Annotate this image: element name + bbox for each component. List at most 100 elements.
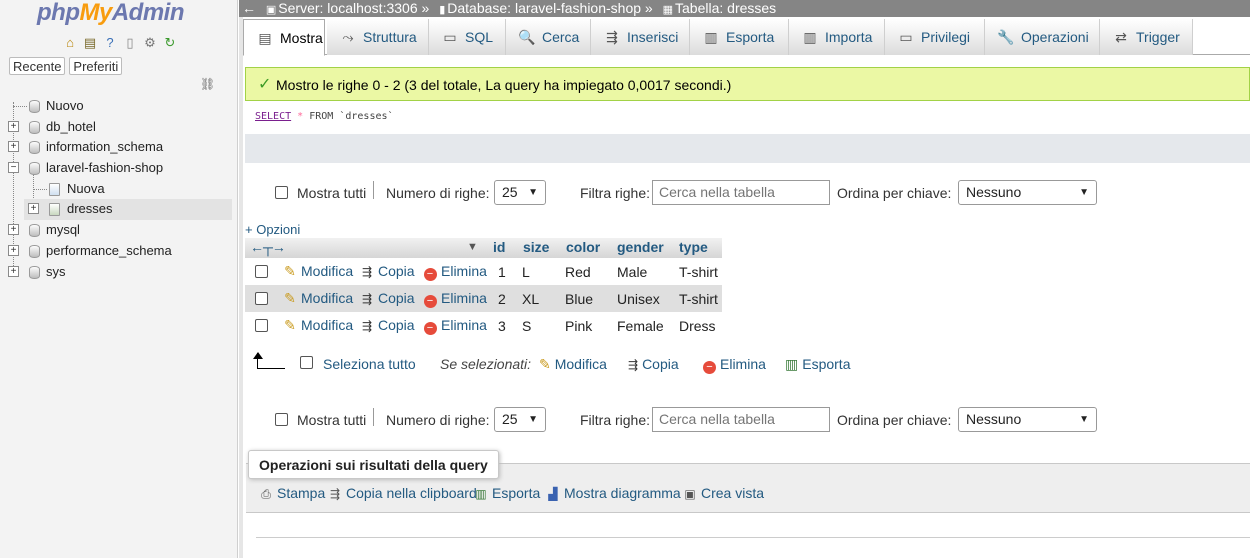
- breadcrumb-server[interactable]: Server: localhost:3306: [278, 0, 417, 16]
- copy-button[interactable]: ⇶ Copia: [359, 290, 415, 306]
- tree-item-performance-schema[interactable]: + performance_schema: [0, 241, 238, 262]
- tab-operazioni[interactable]: 🔧 Operazioni: [985, 19, 1100, 55]
- tree-item-label[interactable]: dresses: [67, 199, 113, 220]
- filter-input[interactable]: Cerca nella tabella: [652, 180, 830, 205]
- num-rows-select[interactable]: 25 ▼: [494, 407, 546, 432]
- bulk-delete-button[interactable]: − Elimina: [703, 356, 766, 374]
- exit-icon[interactable]: ▤: [82, 35, 98, 51]
- back-arrow-icon[interactable]: ←: [242, 0, 256, 16]
- column-header-id[interactable]: id: [493, 238, 505, 258]
- tab-inserisci[interactable]: ⇶ Inserisci: [591, 19, 690, 55]
- tree-item-label[interactable]: db_hotel: [46, 117, 96, 138]
- num-rows-select[interactable]: 25 ▼: [494, 180, 546, 205]
- create-view-button[interactable]: ▣ Crea vista: [682, 485, 764, 501]
- bulk-export-button[interactable]: ▥ Esporta: [785, 356, 850, 373]
- row-checkbox[interactable]: [255, 292, 268, 305]
- cell-size[interactable]: XL: [522, 291, 539, 307]
- tree-item-db-hotel[interactable]: + db_hotel: [0, 117, 238, 138]
- cell-gender[interactable]: Female: [617, 318, 664, 334]
- options-link[interactable]: + Opzioni: [245, 222, 300, 237]
- tab-cerca[interactable]: 🔍 Cerca: [506, 19, 591, 55]
- tree-item-dresses[interactable]: + dresses: [24, 199, 232, 221]
- settings-icon[interactable]: ⚙: [142, 35, 158, 51]
- column-header-gender[interactable]: gender: [617, 238, 664, 258]
- home-icon[interactable]: ⌂: [62, 35, 78, 51]
- bulk-copy-button[interactable]: ⇶ Copia: [628, 356, 679, 372]
- expand-icon[interactable]: +: [8, 224, 19, 236]
- delete-button[interactable]: − Elimina: [422, 317, 487, 335]
- cell-gender[interactable]: Unisex: [617, 291, 660, 307]
- expand-icon[interactable]: +: [28, 203, 39, 215]
- breadcrumb-database[interactable]: Database: laravel-fashion-shop: [447, 0, 641, 16]
- tab-sql[interactable]: ▭ SQL: [429, 19, 506, 55]
- sort-select[interactable]: Nessuno ▼: [958, 180, 1097, 205]
- show-all-checkbox[interactable]: [275, 413, 288, 426]
- tree-item-label[interactable]: Nuovo: [46, 96, 84, 117]
- sort-select[interactable]: Nessuno ▼: [958, 407, 1097, 432]
- select-all-label[interactable]: Seleziona tutto: [323, 356, 416, 372]
- tree-item-information-schema[interactable]: + information_schema: [0, 137, 238, 158]
- tree-item-new-table[interactable]: Nuova: [0, 179, 238, 200]
- cell-color[interactable]: Blue: [565, 291, 593, 307]
- collapse-icon[interactable]: −: [8, 162, 19, 174]
- cell-color[interactable]: Red: [565, 264, 591, 280]
- column-resize-icon[interactable]: ←┬→: [250, 238, 286, 258]
- recent-tab[interactable]: Recente: [9, 57, 66, 75]
- edit-button[interactable]: ✎ Modifica: [282, 263, 353, 280]
- tab-importa[interactable]: ▥ Importa: [789, 19, 885, 55]
- cell-type[interactable]: T-shirt: [679, 291, 718, 307]
- favorites-tab[interactable]: Preferiti: [69, 57, 123, 75]
- tree-item-label[interactable]: sys: [46, 262, 66, 283]
- cell-id[interactable]: 1: [498, 264, 506, 280]
- link-with-main-panel-icon[interactable]: ⛓: [200, 77, 215, 91]
- cell-size[interactable]: L: [522, 264, 530, 280]
- tree-item-new-db[interactable]: Nuovo: [0, 96, 238, 117]
- tab-mostra[interactable]: ▤ Mostra: [243, 19, 325, 56]
- expand-icon[interactable]: +: [8, 244, 19, 256]
- select-all-checkbox[interactable]: [300, 356, 313, 369]
- delete-button[interactable]: − Elimina: [422, 290, 487, 308]
- copy-button[interactable]: ⇶ Copia: [359, 317, 415, 333]
- tree-item-label[interactable]: laravel-fashion-shop: [46, 158, 163, 179]
- tab-struttura[interactable]: ⤳ Struttura: [327, 19, 429, 55]
- tree-item-mysql[interactable]: + mysql: [0, 220, 238, 241]
- cell-color[interactable]: Pink: [565, 318, 592, 334]
- bulk-edit-button[interactable]: ✎ Modifica: [539, 356, 607, 373]
- tree-item-label[interactable]: information_schema: [46, 137, 163, 158]
- copy-button[interactable]: ⇶ Copia: [359, 263, 415, 279]
- help-icon[interactable]: ?: [102, 35, 118, 51]
- cell-size[interactable]: S: [522, 318, 531, 334]
- tree-item-label[interactable]: Nuova: [67, 179, 105, 200]
- breadcrumb-table[interactable]: Tabella: dresses: [675, 0, 776, 16]
- edit-button[interactable]: ✎ Modifica: [282, 290, 353, 307]
- tree-item-laravel-fashion-shop[interactable]: − laravel-fashion-shop: [0, 158, 238, 179]
- cell-id[interactable]: 3: [498, 318, 506, 334]
- print-button[interactable]: ⎙ Stampa: [258, 485, 325, 502]
- edit-button[interactable]: ✎ Modifica: [282, 317, 353, 334]
- show-all-checkbox[interactable]: [275, 186, 288, 199]
- column-menu-icon[interactable]: ▼: [467, 238, 478, 258]
- cell-id[interactable]: 2: [498, 291, 506, 307]
- column-header-size[interactable]: size: [523, 238, 549, 258]
- expand-icon[interactable]: +: [8, 120, 19, 132]
- phpmyadmin-logo[interactable]: phpMyAdmin: [37, 0, 185, 27]
- display-chart-button[interactable]: ▟ Mostra diagramma: [545, 485, 680, 501]
- row-checkbox[interactable]: [255, 319, 268, 332]
- tab-esporta[interactable]: ▥ Esporta: [690, 19, 789, 55]
- reload-icon[interactable]: ↻: [162, 35, 178, 51]
- expand-icon[interactable]: +: [8, 265, 19, 277]
- tree-item-sys[interactable]: + sys: [0, 262, 238, 283]
- column-header-color[interactable]: color: [566, 238, 600, 258]
- docs-icon[interactable]: ▯: [122, 35, 138, 51]
- tab-privilegi[interactable]: ▭ Privilegi: [885, 19, 985, 55]
- copy-to-clipboard-button[interactable]: ⇶ Copia nella clipboard: [327, 485, 477, 501]
- cell-type[interactable]: Dress: [679, 318, 716, 334]
- expand-icon[interactable]: +: [8, 141, 19, 153]
- sql-query-display[interactable]: SELECT * FROM `dresses`: [245, 101, 1250, 134]
- tree-item-label[interactable]: mysql: [46, 220, 80, 241]
- delete-button[interactable]: − Elimina: [422, 263, 487, 281]
- export-button[interactable]: ▥ Esporta: [473, 485, 540, 501]
- tab-trigger[interactable]: ⇄ Trigger: [1100, 19, 1193, 55]
- row-checkbox[interactable]: [255, 265, 268, 278]
- filter-input[interactable]: Cerca nella tabella: [652, 407, 830, 432]
